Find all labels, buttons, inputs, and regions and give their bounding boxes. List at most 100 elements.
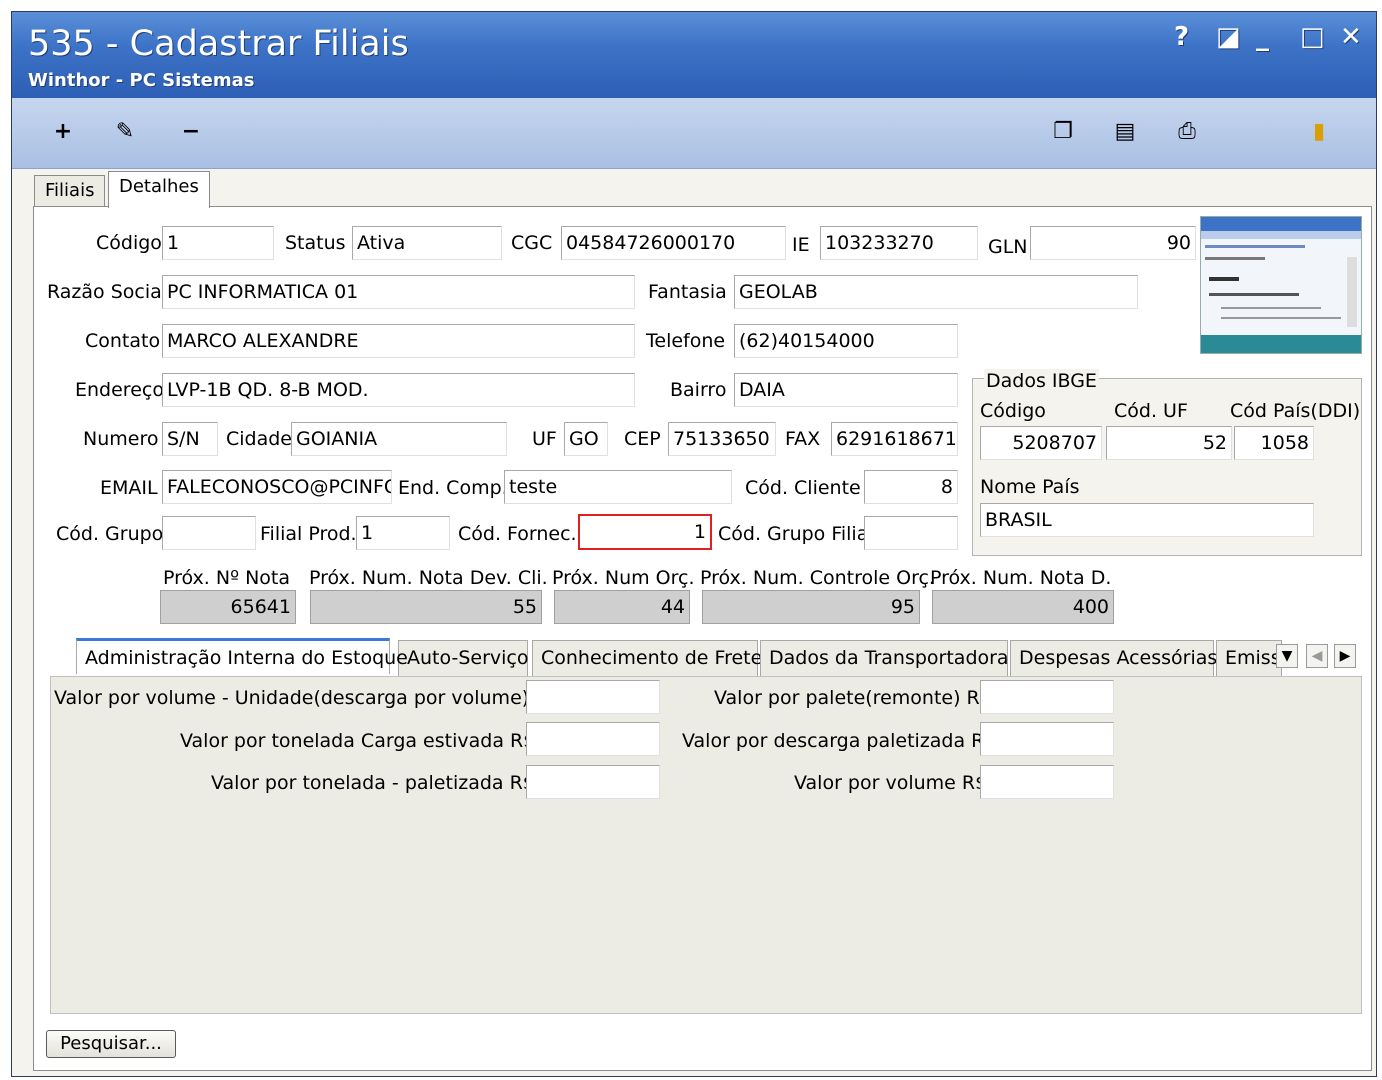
valor-volume-unidade-field[interactable] — [526, 680, 660, 714]
valor-volume-unidade-label: Valor por volume - Unidade(descarga por … — [54, 687, 561, 709]
tab-dropdown-icon[interactable]: ▼ — [1276, 644, 1298, 668]
fax-field[interactable]: 6291618671 — [831, 422, 958, 456]
valor-tonelada-estivada-field[interactable] — [526, 722, 660, 756]
bairro-label: Bairro — [670, 379, 727, 401]
cep-field[interactable]: 75133650 — [668, 422, 776, 456]
tab-dados-transportadora[interactable]: Dados da Transportadora — [760, 640, 1009, 676]
ibge-coduf-label: Cód. UF — [1114, 400, 1188, 422]
uf-field[interactable]: GO — [564, 422, 608, 456]
minimize-icon[interactable]: _ — [1256, 24, 1269, 50]
prox-nota-label: Próx. Nº Nota — [163, 567, 291, 589]
tab-detalhes[interactable]: Detalhes — [108, 171, 210, 208]
contato-label: Contato — [85, 330, 161, 352]
contato-field[interactable]: MARCO ALEXANDRE — [162, 324, 635, 358]
ibge-nomepais-label: Nome País — [980, 476, 1080, 498]
email-label: EMAIL — [100, 477, 158, 499]
close-icon[interactable]: ✕ — [1340, 24, 1362, 50]
print-icon[interactable]: ⎙ — [1172, 116, 1202, 146]
tab-scroll-right-icon[interactable]: ▶ — [1334, 644, 1356, 668]
codfornec-label: Cód. Fornec. — [458, 523, 577, 545]
copy-icon[interactable]: ❐ — [1048, 116, 1078, 146]
cidade-label: Cidade — [226, 428, 292, 450]
edit-icon[interactable]: ✎ — [110, 116, 140, 146]
ie-label: IE — [792, 234, 810, 256]
numero-label: Numero — [83, 428, 159, 450]
valor-palete-field[interactable] — [980, 680, 1114, 714]
cidade-field[interactable]: GOIANIA — [291, 422, 507, 456]
email-field[interactable]: FALECONOSCO@PCINFOI — [162, 470, 392, 504]
thumbnail-image — [1201, 217, 1361, 353]
pesquisar-button[interactable]: Pesquisar... — [46, 1030, 176, 1058]
prox-d-field: 400 — [932, 590, 1114, 624]
razao-field[interactable]: PC INFORMATICA 01 — [162, 275, 635, 309]
prox-dev-field: 55 — [310, 590, 542, 624]
endereco-field[interactable]: LVP-1B QD. 8-B MOD. — [162, 373, 635, 407]
codcliente-label: Cód. Cliente — [745, 477, 861, 499]
tab-despesas-acessorias[interactable]: Despesas Acessórias — [1010, 640, 1217, 676]
fantasia-label: Fantasia — [648, 281, 727, 303]
prox-ctrl-label: Próx. Num. Controle Orç. — [700, 567, 935, 589]
title-bar: 535 - Cadastrar Filiais Winthor - PC Sis… — [12, 12, 1376, 98]
codcliente-field[interactable]: 8 — [864, 470, 958, 504]
ie-field[interactable]: 103233270 — [820, 226, 978, 260]
tab-filiais[interactable]: Filiais — [34, 175, 106, 208]
valor-descarga-paletizada-label: Valor por descarga paletizada R$: — [682, 730, 1003, 752]
codigo-label: Código — [96, 232, 162, 254]
tab-conhecimento-frete[interactable]: Conhecimento de Frete — [532, 640, 762, 676]
ibge-nomepais-field[interactable]: BRASIL — [980, 503, 1314, 537]
valor-palete-label: Valor por palete(remonte) R$: — [714, 687, 999, 709]
cgc-label: CGC — [511, 232, 553, 254]
telefone-field[interactable]: (62)40154000 — [734, 324, 958, 358]
restore-icon[interactable]: ◪ — [1216, 24, 1241, 50]
valor-volume-field[interactable] — [980, 765, 1114, 799]
preview-thumbnail — [1200, 216, 1362, 354]
codgrupofilial-label: Cód. Grupo Filial — [718, 523, 874, 545]
prox-orc-label: Próx. Num Orç. — [552, 567, 695, 589]
bairro-field[interactable]: DAIA — [734, 373, 958, 407]
fantasia-field[interactable]: GEOLAB — [734, 275, 1138, 309]
filialprod-label: Filial Prod. — [260, 523, 357, 545]
ibge-coduf-field[interactable]: 52 — [1106, 426, 1232, 460]
fax-label: FAX — [785, 428, 821, 450]
valor-tonelada-estivada-label: Valor por tonelada Carga estivada R$: — [180, 730, 542, 752]
help-icon[interactable]: ? — [1174, 24, 1189, 50]
valor-tonelada-paletizada-field[interactable] — [526, 765, 660, 799]
endcomp-field[interactable]: teste — [504, 470, 732, 504]
ibge-codigo-label: Código — [980, 400, 1046, 422]
add-icon[interactable]: + — [48, 116, 78, 146]
razao-label: Razão Social — [47, 281, 168, 303]
cep-label: CEP — [624, 428, 661, 450]
codgrupofilial-field[interactable] — [864, 516, 958, 550]
valor-descarga-paletizada-field[interactable] — [980, 722, 1114, 756]
tab-auto-servico[interactable]: Auto-Serviço — [398, 640, 528, 676]
codfornec-field[interactable]: 1 — [578, 514, 712, 550]
gln-field[interactable]: 90 — [1030, 226, 1196, 260]
tab-scroll-left-icon[interactable]: ◀ — [1306, 644, 1328, 668]
prox-dev-label: Próx. Num. Nota Dev. Cli. — [309, 567, 548, 589]
remove-icon[interactable]: − — [176, 116, 206, 146]
status-field[interactable]: Ativa — [352, 226, 502, 260]
prox-d-label: Próx. Num. Nota D. — [930, 567, 1112, 589]
numero-field[interactable]: S/N — [162, 422, 218, 456]
ibge-codpais-field[interactable]: 1058 — [1234, 426, 1314, 460]
valor-volume-label: Valor por volume R$: — [794, 772, 994, 794]
codgrupo-field[interactable] — [162, 516, 256, 550]
tab-emissao[interactable]: Emiss — [1216, 640, 1282, 676]
cgc-field[interactable]: 04584726000170 — [561, 226, 786, 260]
status-label: Status — [285, 232, 346, 254]
endcomp-label: End. Comp. — [398, 477, 508, 499]
window-title: 535 - Cadastrar Filiais — [28, 24, 409, 64]
codigo-field[interactable]: 1 — [162, 226, 274, 260]
maximize-icon[interactable]: □ — [1300, 24, 1325, 50]
notes-icon[interactable]: ▤ — [1110, 116, 1140, 146]
ibge-codpais-label: Cód País(DDI) — [1230, 400, 1361, 422]
toolbar: + ✎ − ❐ ▤ ⎙ ▮ — [12, 98, 1376, 169]
tab-admin-estoque[interactable]: Administração Interna do Estoque — [76, 638, 408, 674]
ibge-group-title: Dados IBGE — [984, 369, 1099, 393]
ibge-codigo-field[interactable]: 5208707 — [980, 426, 1102, 460]
prox-orc-field: 44 — [554, 590, 690, 624]
filialprod-field[interactable]: 1 — [356, 516, 450, 550]
exit-icon[interactable]: ▮ — [1304, 116, 1334, 146]
endereco-label: Endereço — [75, 379, 164, 401]
uf-label: UF — [532, 428, 557, 450]
